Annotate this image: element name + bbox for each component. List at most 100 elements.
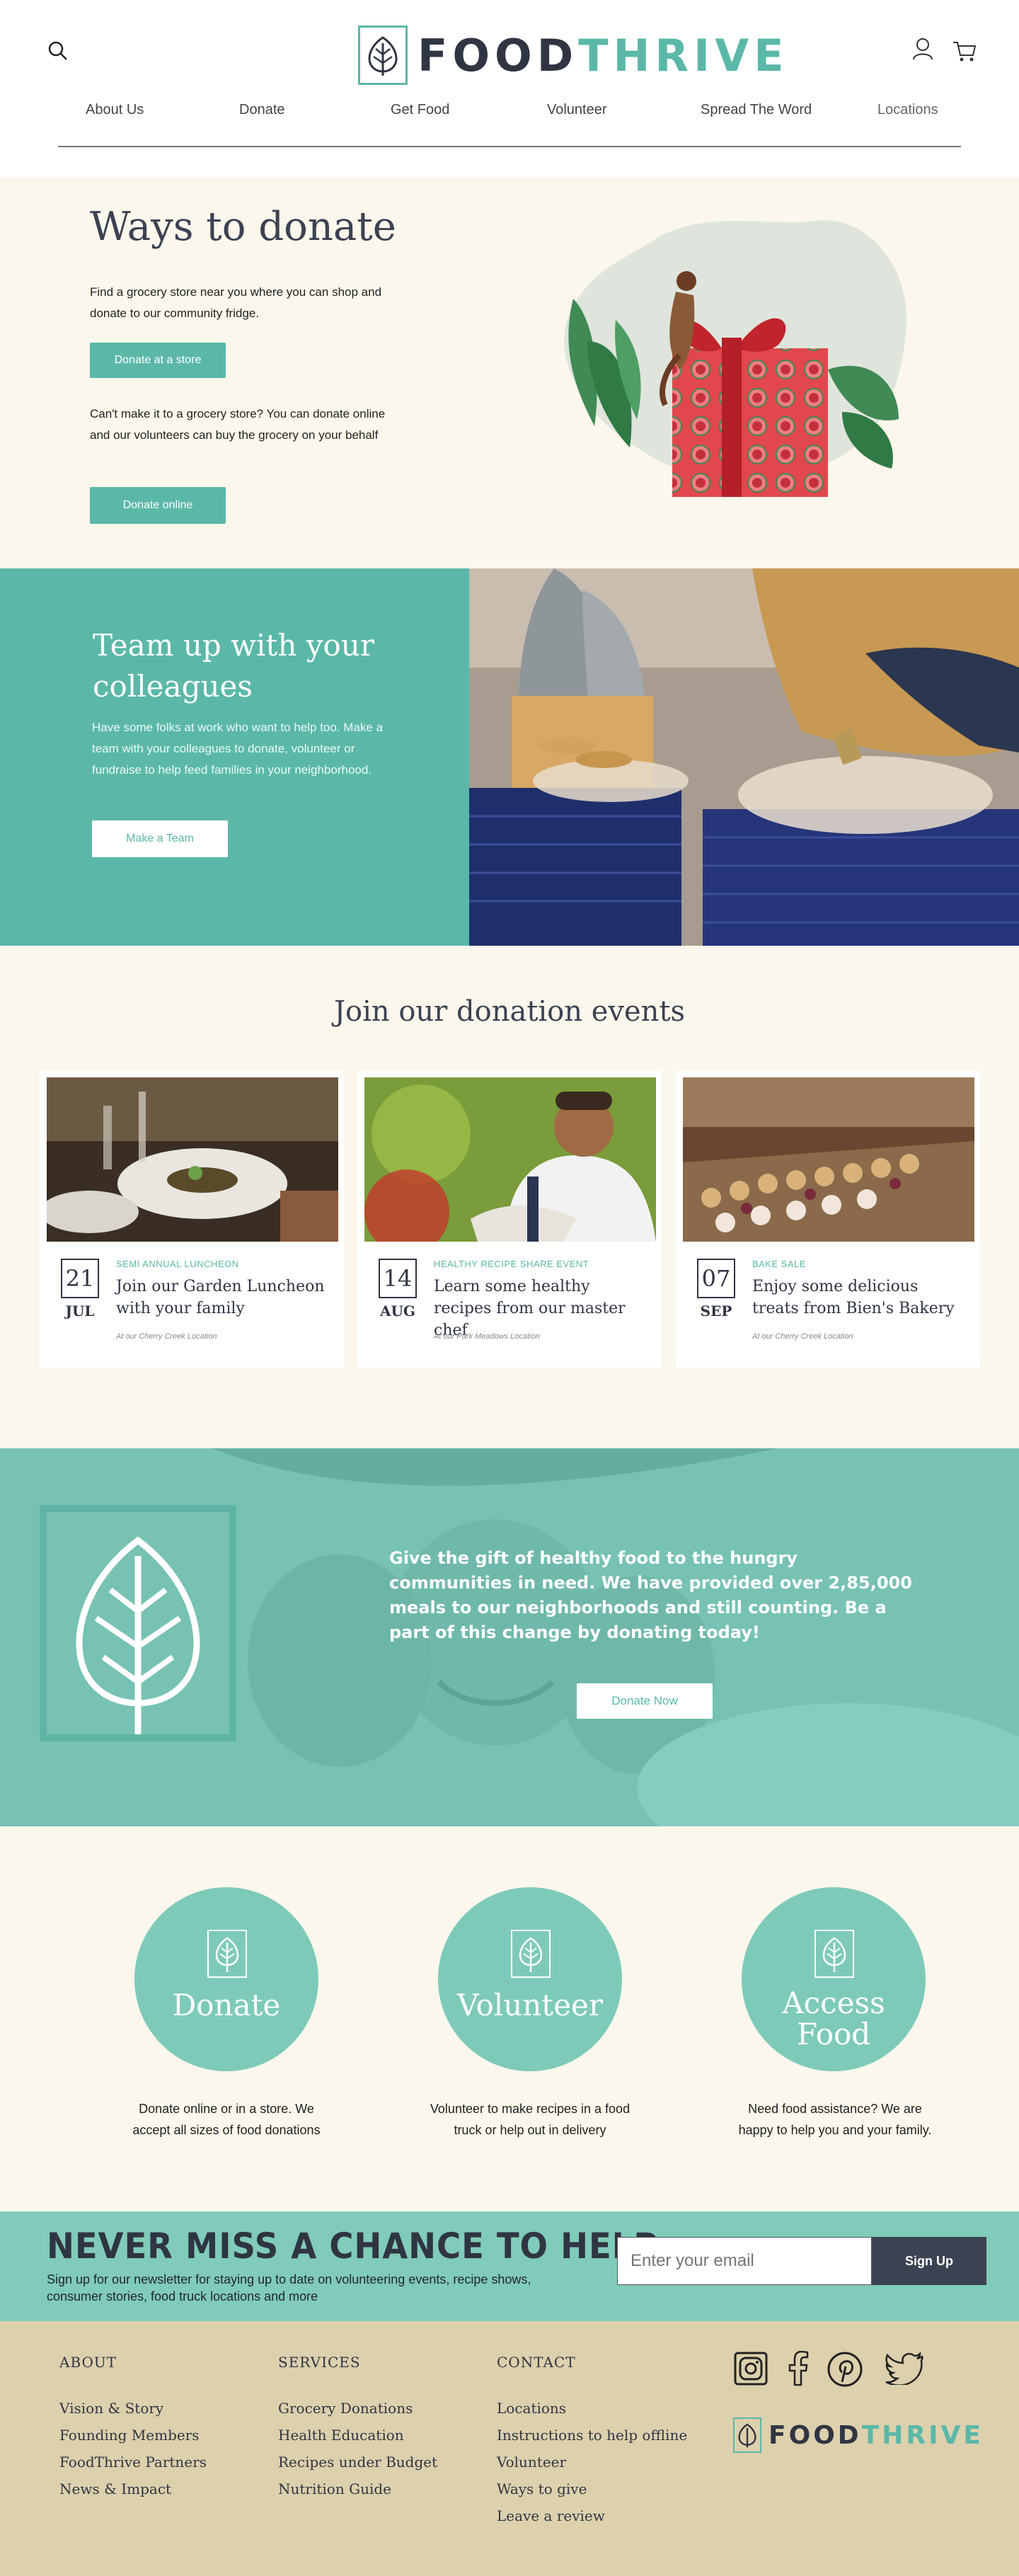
leaf-icon <box>207 1930 247 1978</box>
event-month: SEP <box>700 1303 732 1320</box>
facebook-icon[interactable] <box>785 2350 811 2386</box>
access-food-description: Need food assistance? We are happy to he… <box>738 2102 932 2137</box>
nav-get-food[interactable]: Get Food <box>391 102 449 118</box>
event-category: BAKE SALE <box>752 1259 807 1269</box>
team-text: Have some folks at work who want to help… <box>92 721 384 777</box>
site-footer: ABOUT Vision & Story Founding Members Fo… <box>0 2321 1019 2576</box>
newsletter-section: NEVER MISS A CHANCE TO HELP Sign up for … <box>0 2211 1019 2321</box>
main-nav: About Us Donate Get Food Volunteer Sprea… <box>0 102 1019 130</box>
cart-icon[interactable] <box>952 40 977 62</box>
event-category: HEALTHY RECIPE SHARE EVENT <box>434 1259 589 1269</box>
volunteer-label: Volunteer <box>457 1988 603 2022</box>
event-title: Enjoy some delicious treats from Bien's … <box>752 1278 955 1317</box>
pinterest-icon[interactable] <box>827 2351 863 2388</box>
footer-link[interactable]: Vision & Story <box>59 2395 207 2422</box>
chef-photo <box>364 1077 656 1242</box>
event-card-recipes[interactable]: 14 AUG HEALTHY RECIPE SHARE EVENT Learn s… <box>357 1070 662 1368</box>
event-day: 21 <box>61 1259 99 1298</box>
event-card-luncheon[interactable]: 21 JUL SEMI ANNUAL LUNCHEON Join our Gard… <box>40 1070 344 1368</box>
donate-description: Donate online or in a store. We accept a… <box>132 2102 321 2137</box>
donation-cta-section: Give the gift of healthy food to the hun… <box>0 1448 1019 1826</box>
footer-link[interactable]: Volunteer <box>497 2449 687 2475</box>
sign-up-button[interactable]: Sign Up <box>872 2237 986 2285</box>
footer-link[interactable]: Recipes under Budget <box>278 2449 437 2475</box>
twitter-icon[interactable] <box>885 2351 924 2386</box>
event-location: At our Cherry Creek Location <box>116 1332 217 1341</box>
volunteer-circle-button[interactable]: Volunteer <box>438 1887 622 2071</box>
footer-link[interactable]: Nutrition Guide <box>278 2475 437 2502</box>
actions-section: Donate Donate online or in a store. We a… <box>0 1826 1019 2211</box>
team-panel: Team up with your colleagues Have some f… <box>0 568 469 946</box>
footer-logo[interactable]: FOODTHRIVE <box>733 2417 984 2453</box>
email-input[interactable] <box>617 2237 872 2285</box>
footer-contact-heading: CONTACT <box>497 2354 576 2371</box>
footer-link[interactable]: Founding Members <box>59 2422 207 2449</box>
event-title: Join our Garden Luncheon with your famil… <box>116 1278 325 1317</box>
logo-text-food: FOOD <box>418 29 579 81</box>
footer-services-heading: SERVICES <box>278 2354 361 2371</box>
event-month: JUL <box>65 1303 95 1320</box>
luncheon-photo <box>47 1077 338 1242</box>
nav-about-us[interactable]: About Us <box>86 102 144 118</box>
nav-donate[interactable]: Donate <box>239 102 285 118</box>
nav-spread-the-word[interactable]: Spread The Word <box>701 102 812 118</box>
gift-illustration <box>545 214 913 511</box>
ways-title: Ways to donate <box>90 204 396 250</box>
footer-link[interactable]: Health Education <box>278 2422 437 2449</box>
leaf-frame-logo <box>40 1505 236 1741</box>
search-icon[interactable] <box>47 40 69 62</box>
store-text: Find a grocery store near you where you … <box>90 285 382 320</box>
nav-volunteer[interactable]: Volunteer <box>547 102 607 118</box>
footer-logo-thrive: THRIVE <box>861 2420 984 2450</box>
event-day: 07 <box>697 1259 735 1298</box>
access-food-label: Access Food <box>782 1986 885 2051</box>
footer-link[interactable]: Grocery Donations <box>278 2395 437 2422</box>
event-day: 14 <box>379 1259 417 1298</box>
footer-link[interactable]: Ways to give <box>497 2475 687 2502</box>
event-category: SEMI ANNUAL LUNCHEON <box>116 1259 239 1269</box>
logo-text-thrive: THRIVE <box>578 29 789 81</box>
leaf-icon <box>814 1930 854 1978</box>
donate-online-button[interactable]: Donate online <box>90 487 226 524</box>
team-title: Team up with your colleagues <box>93 628 374 704</box>
site-logo[interactable]: FOODTHRIVE <box>358 25 789 85</box>
newsletter-subtext: Sign up for our newsletter for staying u… <box>47 2272 531 2303</box>
team-section: Team up with your colleagues Have some f… <box>0 568 1019 946</box>
event-location: At our Park Meadows Location <box>434 1332 540 1341</box>
event-location: At our Cherry Creek Location <box>752 1332 853 1341</box>
footer-contact-list: Locations Instructions to help offline V… <box>497 2395 687 2529</box>
access-food-circle-button[interactable]: Access Food <box>742 1887 926 2071</box>
footer-link[interactable]: News & Impact <box>59 2475 207 2502</box>
volunteer-description: Volunteer to make recipes in a food truc… <box>430 2102 631 2137</box>
donate-at-store-button[interactable]: Donate at a store <box>90 343 226 378</box>
events-section: Join our donation events 21 JUL SEMI ANNU… <box>0 946 1019 1448</box>
events-title: Join our donation events <box>333 995 686 1028</box>
site-header: FOODTHRIVE About Us Donate Get Food Volu… <box>0 0 1019 177</box>
footer-link[interactable]: FoodThrive Partners <box>59 2449 207 2475</box>
make-team-button[interactable]: Make a Team <box>92 820 228 857</box>
donate-now-button[interactable]: Donate Now <box>577 1683 713 1719</box>
bakery-photo <box>683 1077 974 1242</box>
user-icon[interactable] <box>911 37 934 60</box>
cta-text: Give the gift of healthy food to the hun… <box>389 1548 912 1642</box>
instagram-icon[interactable] <box>733 2351 768 2386</box>
leaf-logo-icon <box>733 2417 761 2453</box>
newsletter-headline: NEVER MISS A CHANCE TO HELP <box>47 2226 659 2267</box>
footer-about-list: Vision & Story Founding Members FoodThri… <box>59 2395 207 2502</box>
event-card-bake-sale[interactable]: 07 SEP BAKE SALE Enjoy some delicious tre… <box>676 1070 980 1368</box>
nav-locations[interactable]: Locations <box>877 102 938 118</box>
nav-divider <box>58 146 961 147</box>
footer-link[interactable]: Locations <box>497 2395 687 2422</box>
leaf-logo-icon <box>358 25 408 85</box>
online-text: Can't make it to a grocery store? You ca… <box>90 407 386 442</box>
ways-to-donate-section: Ways to donate Find a grocery store near… <box>0 177 1019 568</box>
footer-about-heading: ABOUT <box>59 2354 117 2371</box>
footer-services-list: Grocery Donations Health Education Recip… <box>278 2395 437 2502</box>
volunteers-photo <box>469 568 1019 946</box>
donate-label: Donate <box>172 1988 281 2022</box>
footer-link[interactable]: Instructions to help offline <box>497 2422 687 2449</box>
footer-link[interactable]: Leave a review <box>497 2502 687 2529</box>
leaf-icon <box>511 1930 551 1978</box>
footer-logo-food: FOOD <box>768 2420 862 2450</box>
donate-circle-button[interactable]: Donate <box>134 1887 318 2071</box>
